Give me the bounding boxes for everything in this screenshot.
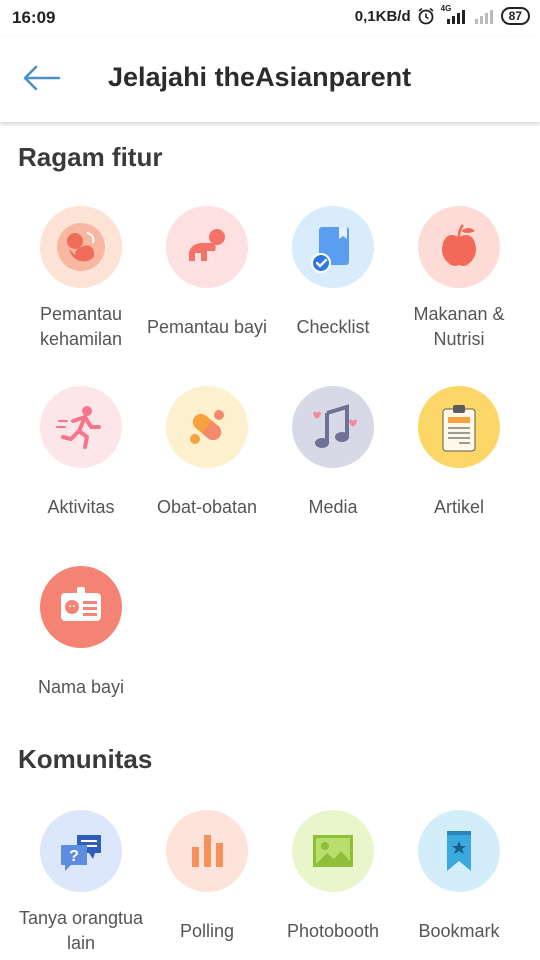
community-label: Bookmark	[418, 920, 500, 941]
apple-icon	[418, 206, 500, 288]
feature-label: Pemantau kehamilan	[39, 304, 123, 349]
feature-food-nutrition[interactable]: Makanan & Nutrisi	[396, 206, 522, 352]
feature-medicine[interactable]: Obat-obatan	[144, 386, 270, 532]
running-icon	[40, 386, 122, 468]
feature-label: Aktivitas	[47, 496, 115, 517]
feature-media[interactable]: Media	[270, 386, 396, 532]
pill-icon	[166, 386, 248, 468]
signal-empty-icon	[473, 8, 495, 24]
community-label: Photobooth	[286, 920, 380, 941]
community-label: Tanya orangtua lain	[18, 908, 144, 953]
section-title-features: Ragam fitur	[18, 142, 163, 172]
svg-text:?: ?	[69, 848, 79, 865]
pregnancy-icon	[40, 206, 122, 288]
feature-label: Media	[308, 496, 358, 517]
community-bookmark[interactable]: Bookmark	[396, 810, 522, 956]
signal-icon: 4G	[441, 4, 467, 24]
community-polling[interactable]: Polling	[144, 810, 270, 956]
feature-label: Checklist	[296, 316, 370, 337]
signal-label: 4G	[440, 4, 452, 13]
feature-pregnancy-tracker[interactable]: Pemantau kehamilan	[18, 206, 144, 352]
community-ask-parents[interactable]: ? Tanya orangtua lain	[18, 810, 144, 956]
app-header: Jelajahi theAsianparent	[0, 36, 540, 122]
feature-label: Makanan & Nutrisi	[413, 304, 505, 349]
back-button[interactable]	[18, 58, 64, 98]
feature-checklist[interactable]: Checklist	[270, 206, 396, 352]
feature-activities[interactable]: Aktivitas	[18, 386, 144, 532]
arrow-left-icon	[23, 65, 61, 91]
crawling-baby-icon	[166, 206, 248, 288]
checklist-icon	[292, 206, 374, 288]
community-label: Polling	[179, 920, 235, 941]
feature-baby-tracker[interactable]: Pemantau bayi	[144, 206, 270, 352]
photo-icon	[292, 810, 374, 892]
baby-id-card-icon	[40, 566, 122, 648]
status-time: 16:09	[12, 8, 56, 27]
chat-question-icon: ?	[40, 810, 122, 892]
page-title: Jelajahi theAsianparent	[108, 62, 412, 92]
network-speed: 0,1KB/d	[354, 7, 411, 25]
alarm-icon	[417, 7, 435, 25]
feature-baby-names[interactable]: Nama bayi	[18, 566, 144, 712]
status-icons: 0,1KB/d 4G 87	[354, 4, 530, 25]
bookmark-icon	[418, 810, 500, 892]
music-note-icon	[292, 386, 374, 468]
battery-icon: 87	[500, 7, 530, 25]
bar-chart-icon	[166, 810, 248, 892]
feature-label: Obat-obatan	[156, 496, 258, 517]
status-bar: 16:09 0,1KB/d 4G 87	[0, 0, 540, 36]
feature-label: Pemantau bayi	[146, 316, 268, 337]
feature-articles[interactable]: Artikel	[396, 386, 522, 532]
clipboard-icon	[418, 386, 500, 468]
community-photobooth[interactable]: Photobooth	[270, 810, 396, 956]
feature-label: Nama bayi	[37, 676, 125, 697]
feature-label: Artikel	[433, 496, 484, 517]
section-title-community: Komunitas	[18, 744, 153, 774]
